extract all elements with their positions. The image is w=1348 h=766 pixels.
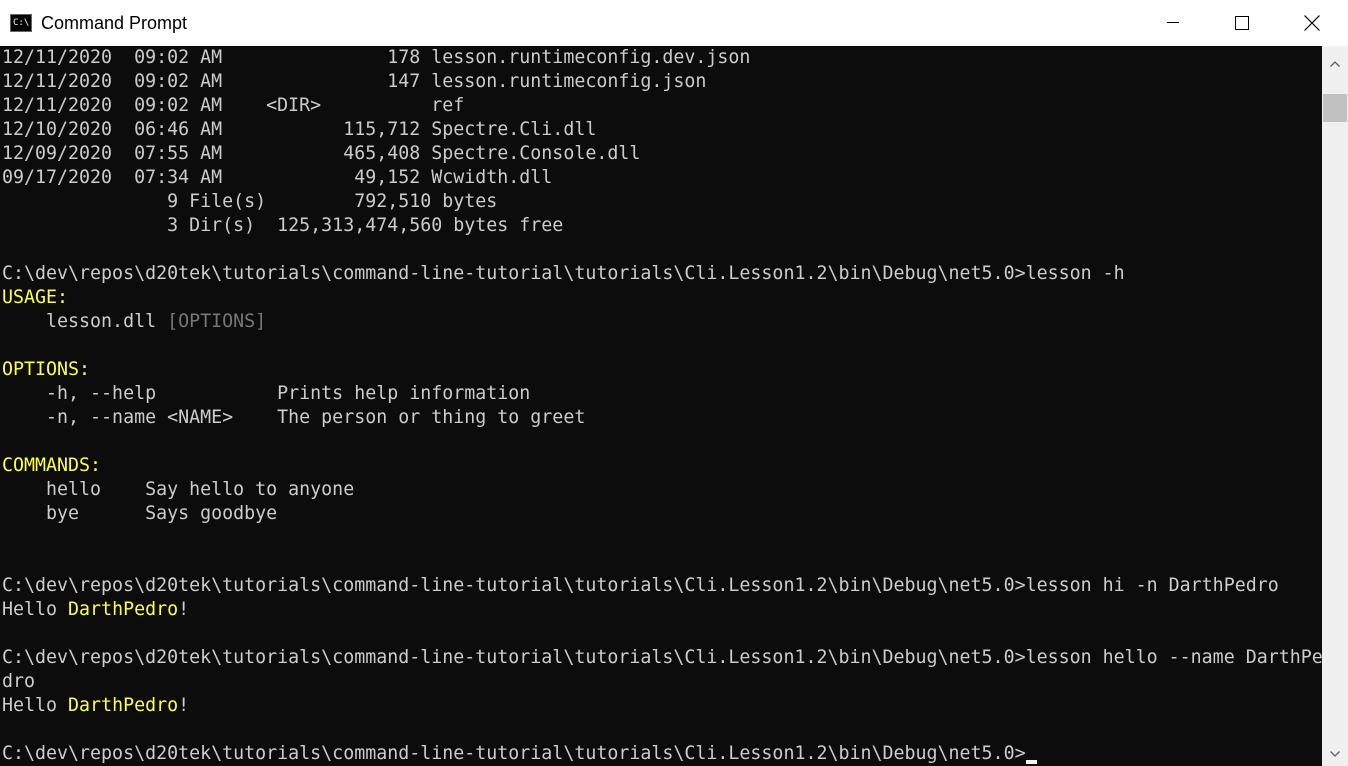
maximize-icon	[1234, 16, 1249, 30]
console-line: 3 Dir(s) 125,313,474,560 bytes free	[2, 214, 563, 238]
console-line: -h, --help Prints help information	[2, 382, 530, 406]
arrow-up-icon	[1330, 52, 1340, 71]
highlighted-text: USAGE:	[2, 287, 69, 308]
console-text: !	[178, 599, 190, 620]
console-text: lesson.dll	[2, 311, 168, 332]
console-text: -h, --help Prints help information	[2, 383, 531, 404]
console-line: C:\dev\repos\d20tek\tutorials\command-li…	[2, 646, 1322, 670]
console-text: 12/11/2020 09:02 AM <DIR> ref	[2, 95, 465, 116]
title-bar[interactable]: C:\ Command Prompt	[0, 0, 1348, 46]
minimize-icon	[1166, 22, 1179, 24]
console-text: bye Says goodbye	[2, 503, 278, 524]
console-text: 12/09/2020 07:55 AM 465,408 Spectre.Cons…	[2, 143, 641, 164]
console-line: C:\dev\repos\d20tek\tutorials\command-li…	[2, 574, 1279, 598]
console-text: !	[178, 695, 190, 716]
console-line: 09/17/2020 07:34 AM 49,152 Wcwidth.dll	[2, 166, 552, 190]
console-text: dro	[2, 671, 36, 692]
console-line: 12/11/2020 09:02 AM 147 lesson.runtimeco…	[2, 70, 706, 94]
console-text: Hello	[2, 599, 69, 620]
scroll-down-button[interactable]	[1322, 738, 1348, 764]
close-icon	[1304, 15, 1320, 31]
console-line: bye Says goodbye	[2, 502, 277, 526]
arrow-down-icon	[1330, 742, 1340, 761]
console-text: hello Say hello to anyone	[2, 479, 355, 500]
console-text: 9 File(s) 792,510 bytes	[2, 191, 498, 212]
command-prompt-icon[interactable]: C:\	[10, 14, 32, 32]
console-text: C:\dev\repos\d20tek\tutorials\command-li…	[2, 575, 1279, 596]
console-line: 12/10/2020 06:46 AM 115,712 Spectre.Cli.…	[2, 118, 596, 142]
console-line: C:\dev\repos\d20tek\tutorials\command-li…	[2, 742, 1026, 766]
console-text: 12/11/2020 09:02 AM 147 lesson.runtimeco…	[2, 71, 707, 92]
console-line: hello Say hello to anyone	[2, 478, 354, 502]
window-title: Command Prompt	[41, 13, 188, 33]
console-line: 12/09/2020 07:55 AM 465,408 Spectre.Cons…	[2, 142, 640, 166]
console-text: C:\dev\repos\d20tek\tutorials\command-li…	[2, 263, 1125, 284]
console-text: C:\dev\repos\d20tek\tutorials\command-li…	[2, 743, 1026, 764]
vertical-scrollbar[interactable]	[1322, 46, 1348, 766]
console-text: C:\dev\repos\d20tek\tutorials\command-li…	[2, 647, 1322, 668]
console-output[interactable]: 12/11/2020 09:02 AM 178 lesson.runtimeco…	[0, 46, 1322, 766]
scrollbar-thumb[interactable]	[1323, 94, 1347, 122]
console-text: 12/10/2020 06:46 AM 115,712 Spectre.Cli.…	[2, 119, 597, 140]
minimize-button[interactable]	[1138, 0, 1207, 46]
console-line: 12/11/2020 09:02 AM <DIR> ref	[2, 94, 464, 118]
console-line: Hello DarthPedro!	[2, 598, 189, 622]
highlighted-text: DarthPedro	[68, 695, 179, 716]
console-line: -n, --name <NAME> The person or thing to…	[2, 406, 585, 430]
dim-text: [OPTIONS]	[167, 311, 267, 332]
console-line: COMMANDS:	[2, 454, 101, 478]
highlighted-text: COMMANDS:	[2, 455, 102, 476]
close-button[interactable]	[1276, 0, 1348, 46]
highlighted-text: DarthPedro	[68, 599, 179, 620]
console-line: Hello DarthPedro!	[2, 694, 189, 718]
console-line: OPTIONS:	[2, 358, 90, 382]
text-cursor	[1025, 760, 1037, 764]
console-line: 12/11/2020 09:02 AM 178 lesson.runtimeco…	[2, 46, 750, 70]
console-line: C:\dev\repos\d20tek\tutorials\command-li…	[2, 262, 1125, 286]
console-text: 3 Dir(s) 125,313,474,560 bytes free	[2, 215, 564, 236]
console-line: dro	[2, 670, 35, 694]
console-line: lesson.dll [OPTIONS]	[2, 310, 266, 334]
console-line: USAGE:	[2, 286, 68, 310]
scroll-up-button[interactable]	[1322, 48, 1348, 74]
console-text: Hello	[2, 695, 69, 716]
maximize-button[interactable]	[1207, 0, 1276, 46]
console-text: 12/11/2020 09:02 AM 178 lesson.runtimeco…	[2, 47, 751, 68]
console-text: 09/17/2020 07:34 AM 49,152 Wcwidth.dll	[2, 167, 553, 188]
console-text: -n, --name <NAME> The person or thing to…	[2, 407, 586, 428]
highlighted-text: OPTIONS:	[2, 359, 91, 380]
console-line: 9 File(s) 792,510 bytes	[2, 190, 497, 214]
